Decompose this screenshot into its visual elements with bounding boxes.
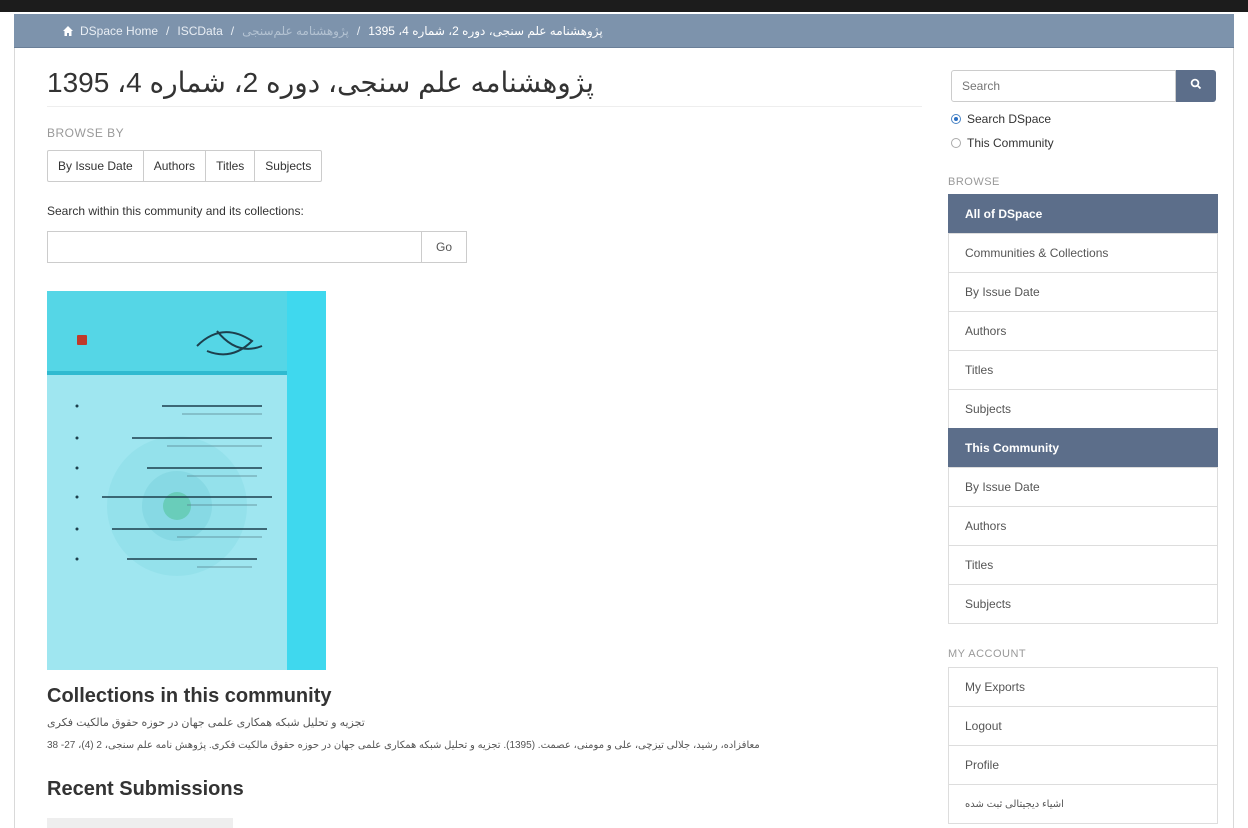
browse-by-heading: BROWSE BY — [47, 126, 125, 140]
collection-citation: معافزاده، رشید، جلالی تیزچی، علی و مومنی… — [47, 740, 760, 751]
radio-unselected-icon[interactable] — [951, 138, 961, 148]
my-account-heading: MY ACCOUNT — [948, 648, 1027, 660]
breadcrumb-separator: / — [356, 23, 361, 38]
sidebar-item-my-exports[interactable]: My Exports — [948, 667, 1218, 707]
scope-option-this-community[interactable]: This Community — [951, 136, 1054, 150]
page-title: پژوهشنامه علم سنجی، دوره 2، شماره 4، 139… — [47, 67, 595, 98]
browse-by-titles-button[interactable]: Titles — [205, 150, 256, 182]
collection-link[interactable]: تجزیه و تحلیل شبکه همکاری علمی جهان در ح… — [47, 716, 927, 729]
browse-heading: BROWSE — [948, 176, 1000, 188]
breadcrumb-separator: / — [166, 23, 170, 38]
account-list: My Exports Logout Profile اشیاء دیجیتالی… — [948, 667, 1218, 824]
go-button[interactable]: Go — [421, 231, 467, 263]
sidebar-item-by-issue-date[interactable]: By Issue Date — [948, 272, 1218, 312]
breadcrumb-current: پژوهشنامه علم سنجی، دوره 2، شماره 4، 139… — [368, 23, 603, 38]
breadcrumb-separator: / — [230, 23, 235, 38]
browse-by-issue-date-button[interactable]: By Issue Date — [47, 150, 144, 182]
sidebar-item-registered-digital-objects[interactable]: اشیاء دیجیتالی ثبت شده — [948, 784, 1218, 824]
scope-option-label: Search DSpace — [967, 112, 1052, 126]
sidebar-item-community-by-issue-date[interactable]: By Issue Date — [948, 467, 1218, 507]
window-top-frame — [0, 0, 1248, 12]
sidebar-item-community-subjects[interactable]: Subjects — [948, 584, 1218, 624]
sidebar-search-button[interactable] — [1176, 70, 1216, 102]
sidebar-item-community-authors[interactable]: Authors — [948, 506, 1218, 546]
sidebar-item-logout[interactable]: Logout — [948, 706, 1218, 746]
scope-option-search-dspace[interactable]: Search DSpace — [951, 112, 1051, 126]
breadcrumb-journal-link[interactable]: پژوهشنامه علم‌سنجی — [242, 24, 349, 38]
browse-this-community-header: This Community — [948, 428, 1218, 468]
sidebar-item-community-titles[interactable]: Titles — [948, 545, 1218, 585]
right-frame — [1233, 48, 1234, 828]
sidebar-item-communities-collections[interactable]: Communities & Collections — [948, 233, 1218, 273]
browse-by-button-group: By Issue Date Authors Titles Subjects — [47, 150, 323, 182]
recent-submissions-heading: Recent Submissions — [47, 778, 244, 800]
breadcrumb: DSpace Home / ISCData / پژوهشنامه علم‌سن… — [14, 14, 1234, 48]
browse-all-of-dspace-header: All of DSpace — [948, 194, 1218, 234]
radio-selected-icon[interactable] — [951, 114, 961, 124]
sidebar-item-profile[interactable]: Profile — [948, 745, 1218, 785]
browse-list: All of DSpace Communities & Collections … — [948, 194, 1218, 624]
collections-heading: Collections in this community — [47, 685, 332, 707]
breadcrumb-iscdata-link[interactable]: ISCData — [177, 24, 222, 38]
breadcrumb-home-link[interactable]: DSpace Home — [80, 24, 158, 38]
community-search-label: Search within this community and its col… — [47, 204, 304, 218]
community-logo[interactable] — [47, 291, 326, 670]
browse-by-subjects-button[interactable]: Subjects — [254, 150, 323, 182]
browse-by-authors-button[interactable]: Authors — [142, 150, 207, 182]
sidebar-item-subjects[interactable]: Subjects — [948, 389, 1218, 429]
sidebar-item-titles[interactable]: Titles — [948, 350, 1218, 390]
home-icon[interactable] — [62, 25, 74, 37]
recent-item-thumbnail[interactable] — [47, 818, 233, 828]
sidebar-search-input[interactable] — [951, 70, 1176, 102]
sidebar-item-authors[interactable]: Authors — [948, 311, 1218, 351]
title-divider — [47, 106, 922, 107]
community-search-input[interactable] — [47, 231, 422, 263]
left-frame — [14, 48, 15, 828]
scope-option-label: This Community — [967, 136, 1054, 150]
recent-item-title[interactable] — [290, 818, 670, 828]
search-icon — [1190, 77, 1202, 95]
